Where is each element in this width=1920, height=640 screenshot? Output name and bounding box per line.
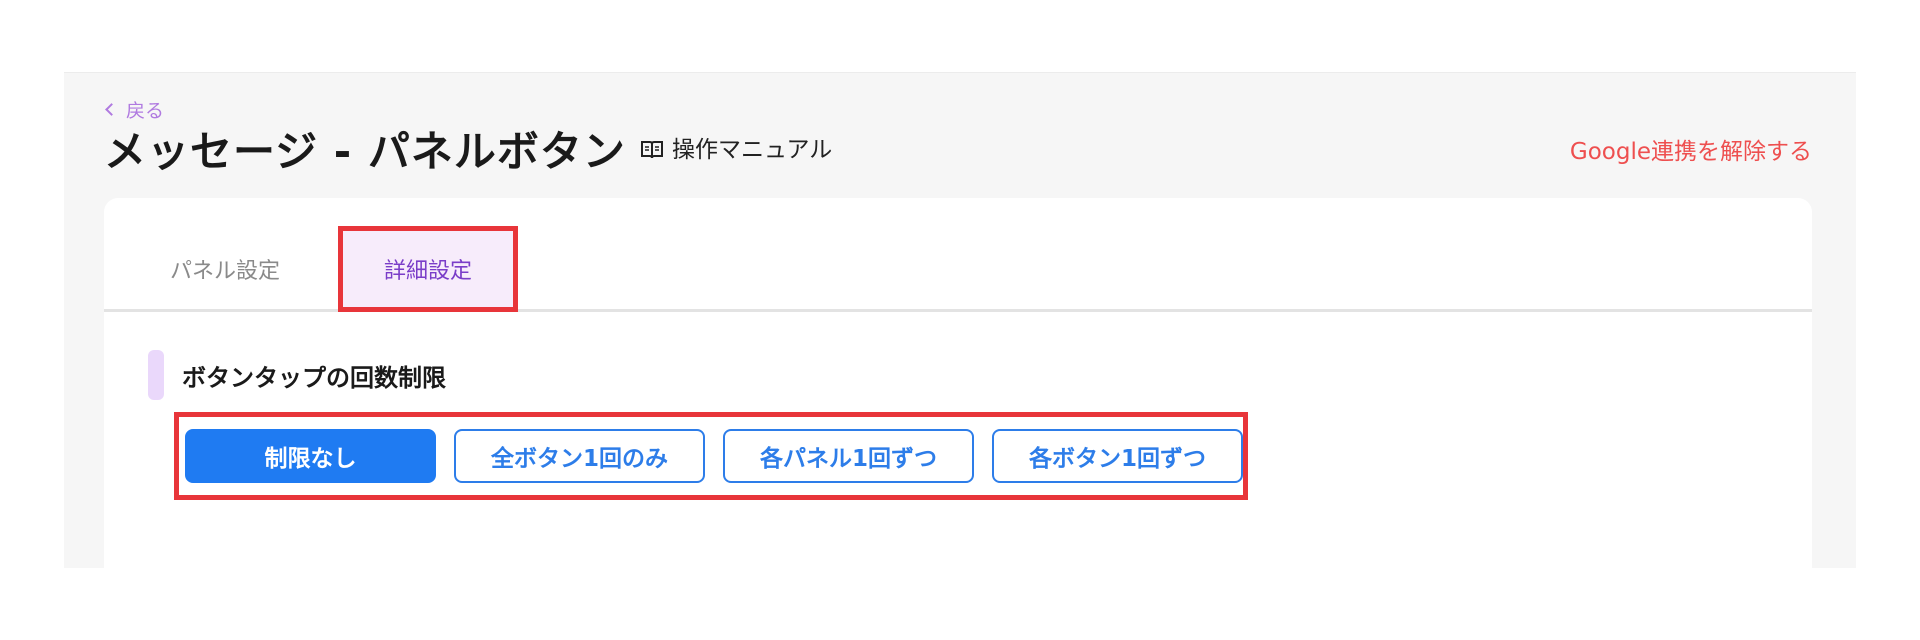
section-heading: ボタンタップの回数制限 [148,350,446,400]
limit-option-none[interactable]: 制限なし [185,429,436,483]
limit-option-per-panel[interactable]: 各パネル1回ずつ [723,429,974,483]
back-link[interactable]: 戻る [104,96,164,123]
settings-card: パネル設定 詳細設定 ボタンタップの回数制限 制限なし 全ボタン1回のみ 各パネ… [104,198,1812,568]
section-accent-bar [148,350,164,400]
manual-link-label: 操作マニュアル [672,137,833,163]
tab-panel-settings[interactable]: パネル設定 [160,226,290,312]
limit-option-all-once[interactable]: 全ボタン1回のみ [454,429,705,483]
manual-link[interactable]: 操作マニュアル [640,132,832,168]
back-link-label: 戻る [126,100,165,122]
tap-limit-options: 制限なし 全ボタン1回のみ 各パネル1回ずつ 各ボタン1回ずつ [174,412,1248,500]
limit-option-per-button[interactable]: 各ボタン1回ずつ [992,429,1243,483]
page-title: メッセージ - パネルボタン [104,127,626,176]
book-icon [640,139,664,161]
unlink-google-link[interactable]: Google連携を解除する [1570,134,1812,170]
tab-bar: パネル設定 詳細設定 [104,198,1812,312]
section-title: ボタンタップの回数制限 [182,363,446,392]
chevron-left-icon [105,103,118,116]
tab-detail-settings[interactable]: 詳細設定 [338,226,518,312]
